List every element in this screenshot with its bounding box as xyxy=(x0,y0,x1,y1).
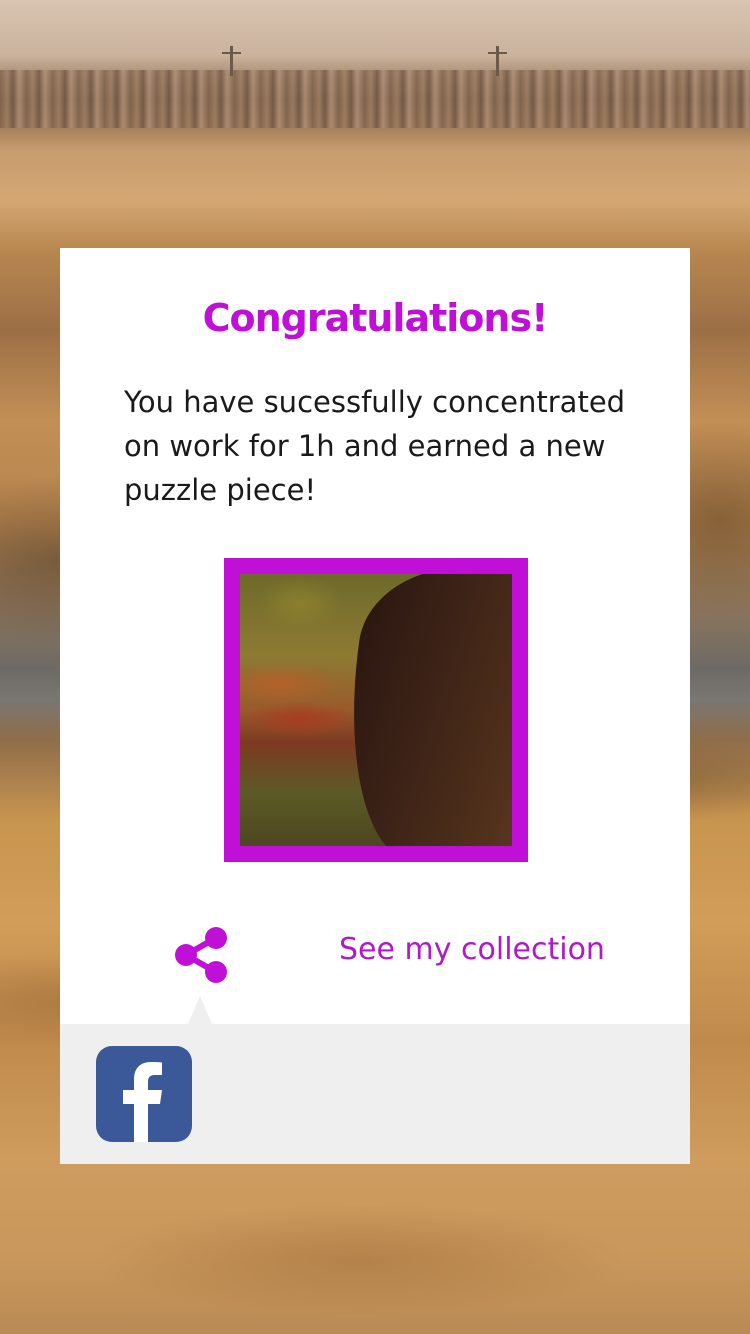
share-button[interactable] xyxy=(170,924,232,986)
share-tray-pointer xyxy=(188,996,212,1024)
puzzle-piece-frame xyxy=(224,558,528,862)
screen: Congratulations! You have sucessfully co… xyxy=(0,0,750,1334)
dialog-actions: See my collection xyxy=(60,920,690,990)
dialog-title: Congratulations! xyxy=(202,296,549,340)
share-icon xyxy=(175,927,227,983)
puzzle-piece-image xyxy=(240,574,512,846)
utility-pole xyxy=(222,46,241,76)
facebook-icon xyxy=(123,1062,162,1142)
tree-line xyxy=(0,70,750,128)
see-collection-link[interactable]: See my collection xyxy=(339,932,605,967)
dialog-message: You have sucessfully concentrated on wor… xyxy=(124,385,626,507)
utility-pole xyxy=(488,46,507,76)
facebook-share-button[interactable] xyxy=(96,1046,192,1142)
